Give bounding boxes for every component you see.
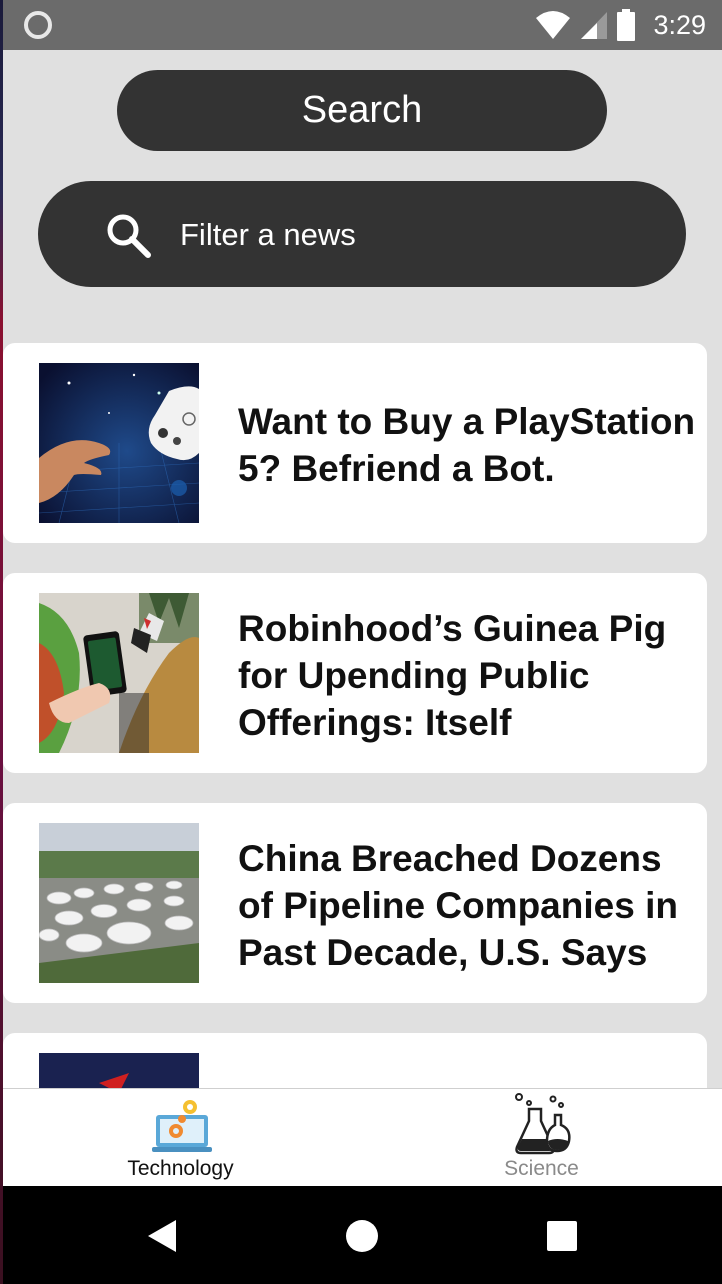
news-list[interactable]: Want to Buy a PlayStation 5? Befriend a … (0, 300, 722, 1088)
filter-field[interactable] (38, 181, 686, 287)
news-title: Robinhood’s Guinea Pig for Upending Publ… (238, 608, 667, 743)
news-thumbnail (39, 363, 199, 523)
status-time: 3:29 (653, 9, 706, 40)
tab-science-label: Science (504, 1157, 579, 1180)
home-icon[interactable] (330, 1204, 394, 1268)
recents-icon[interactable] (530, 1204, 594, 1268)
screen-edge (0, 0, 3, 1284)
news-thumbnail (39, 593, 199, 753)
chemistry-flask-icon (515, 1093, 571, 1155)
back-icon[interactable] (130, 1204, 194, 1268)
laptop-gears-icon (152, 1100, 212, 1152)
system-navigation-bar (0, 1186, 722, 1284)
news-thumbnail (39, 1053, 199, 1088)
tab-science[interactable]: Science (361, 1089, 722, 1187)
news-card[interactable]: China Breached Dozens of Pipeline Compan… (3, 803, 707, 1003)
app-screen: 3:29 Search Filter a news Want to Buy a … (0, 0, 722, 1284)
search-button[interactable]: Search (117, 70, 607, 151)
news-card[interactable]: Robinhood’s Guinea Pig for Upending Publ… (3, 573, 707, 773)
news-title: Want to Buy a PlayStation 5? Befriend a … (238, 401, 696, 489)
news-thumbnail (39, 823, 199, 983)
tab-technology[interactable]: Technology (0, 1089, 361, 1187)
search-icon (107, 214, 151, 258)
notification-circle-icon (24, 11, 52, 39)
cellular-signal-icon (581, 12, 608, 39)
news-card[interactable]: Want to Buy a PlayStation 5? Befriend a … (3, 343, 707, 543)
filter-input[interactable] (178, 207, 662, 263)
bottom-navigation: Technology Science (0, 1088, 722, 1187)
news-title: China Breached Dozens of Pipeline Compan… (238, 838, 678, 973)
tab-technology-label: Technology (127, 1157, 234, 1180)
battery-icon (617, 9, 636, 41)
status-bar: 3:29 (0, 0, 722, 50)
news-card[interactable] (3, 1033, 707, 1088)
status-icons: 3:29 (535, 8, 706, 42)
wifi-icon (536, 11, 571, 39)
